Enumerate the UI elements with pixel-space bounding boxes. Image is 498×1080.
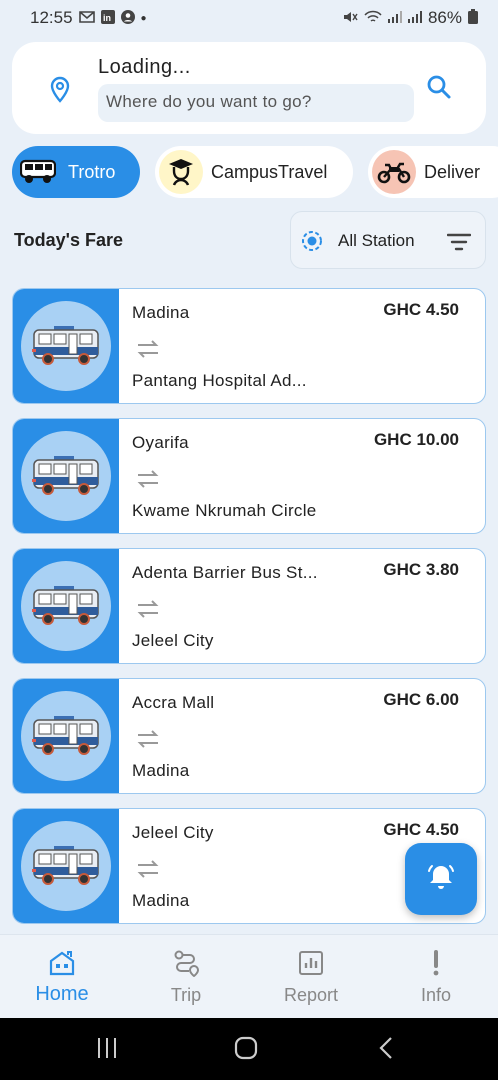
category-chip-delivery[interactable]: Deliver <box>368 146 498 198</box>
home-button-icon[interactable] <box>234 1036 258 1065</box>
fare-thumbnail <box>13 549 119 663</box>
fare-card[interactable]: Oyarifa Kwame Nkrumah Circle GHC 10.00 <box>12 418 486 534</box>
fare-list: Madina Pantang Hospital Ad... GHC 4.50 O… <box>12 288 486 934</box>
mute-icon <box>342 10 358 27</box>
notification-fab[interactable] <box>405 843 477 915</box>
location-pin-icon[interactable] <box>48 76 72 109</box>
route-origin: Accra Mall <box>132 693 215 712</box>
station-filter-label: All Station <box>338 231 415 250</box>
route-destination: Madina <box>132 891 190 910</box>
gmail-icon <box>78 10 95 26</box>
fare-price: GHC 6.00 <box>383 690 459 709</box>
status-right: 86% <box>342 8 478 28</box>
route-icon <box>172 949 200 982</box>
bus-icon <box>21 821 111 911</box>
nav-item-info[interactable]: Info <box>374 935 498 1019</box>
search-icon[interactable] <box>426 74 452 105</box>
fare-thumbnail <box>13 419 119 533</box>
category-label: Deliver <box>424 161 481 182</box>
report-icon <box>297 949 325 982</box>
system-navigation-bar <box>0 1018 498 1080</box>
route-destination: Madina <box>132 761 190 780</box>
route-destination: Jeleel City <box>132 631 214 650</box>
fare-price: GHC 4.50 <box>383 300 459 319</box>
bus-icon <box>16 150 60 194</box>
station-filter-dropdown[interactable]: All Station <box>290 211 486 269</box>
destination-search-input[interactable]: Where do you want to go? <box>98 84 414 122</box>
swap-arrows-icon <box>136 467 160 496</box>
bottom-navigation: Home Trip Report Info <box>0 934 498 1018</box>
notification-dot-icon: ● <box>140 12 147 24</box>
status-bar: 12:55 in ● 86% <box>0 0 498 36</box>
fare-price: GHC 4.50 <box>383 820 459 839</box>
category-chip-trotro[interactable]: Trotro <box>12 146 140 198</box>
nav-item-home[interactable]: Home <box>0 935 124 1019</box>
home-icon <box>48 949 76 982</box>
route-origin: Adenta Barrier Bus St... <box>132 563 318 582</box>
nav-label: Trip <box>170 985 202 1005</box>
fare-thumbnail <box>13 679 119 793</box>
status-time: 12:55 <box>30 8 73 27</box>
route-origin: Madina <box>132 303 190 322</box>
fare-card[interactable]: Adenta Barrier Bus St... Jeleel City GHC… <box>12 548 486 664</box>
bus-icon <box>21 431 111 521</box>
status-left: 12:55 in ● <box>30 8 147 28</box>
motorbike-icon <box>372 150 416 194</box>
swap-arrows-icon <box>136 597 160 626</box>
svg-text:in: in <box>103 13 111 23</box>
info-icon <box>422 949 450 982</box>
battery-percent: 86% <box>427 8 462 27</box>
current-location-text: Loading... <box>98 56 191 78</box>
gps-location-icon <box>300 229 324 258</box>
signal-icon <box>407 10 422 26</box>
account-icon <box>120 9 135 27</box>
category-chips: Trotro CampusTravel Deliver <box>12 146 498 198</box>
category-chip-campustravel[interactable]: CampusTravel <box>155 146 353 198</box>
route-origin: Jeleel City <box>132 823 214 842</box>
fare-thumbnail <box>13 289 119 403</box>
swap-arrows-icon <box>136 727 160 756</box>
category-label: CampusTravel <box>211 161 328 182</box>
swap-arrows-icon <box>136 857 160 886</box>
route-destination: Pantang Hospital Ad... <box>132 371 307 390</box>
bell-icon <box>426 862 456 897</box>
fare-price: GHC 10.00 <box>373 430 459 449</box>
route-origin: Oyarifa <box>132 433 189 452</box>
route-destination: Kwame Nkrumah Circle <box>132 501 317 520</box>
signal-icon <box>387 10 402 26</box>
battery-icon <box>468 9 478 27</box>
bus-icon <box>21 301 111 391</box>
fare-card[interactable]: Accra Mall Madina GHC 6.00 <box>12 678 486 794</box>
back-icon[interactable] <box>378 1036 394 1065</box>
swap-arrows-icon <box>136 337 160 366</box>
nav-item-trip[interactable]: Trip <box>124 935 248 1019</box>
fare-card[interactable]: Madina Pantang Hospital Ad... GHC 4.50 <box>12 288 486 404</box>
fare-thumbnail <box>13 809 119 923</box>
nav-label: Home <box>35 983 89 1005</box>
wifi-icon <box>364 10 382 27</box>
bus-icon <box>21 561 111 651</box>
filter-icon[interactable] <box>446 232 472 257</box>
category-label: Trotro <box>68 161 116 182</box>
nav-label: Report <box>283 985 339 1005</box>
nav-item-report[interactable]: Report <box>249 935 373 1019</box>
search-card: Loading... Where do you want to go? <box>12 42 486 134</box>
graduate-icon <box>159 150 203 194</box>
linkedin-icon: in <box>100 9 115 27</box>
recent-apps-icon[interactable] <box>96 1036 118 1065</box>
todays-fare-heading: Today's Fare <box>14 230 123 250</box>
bus-icon <box>21 691 111 781</box>
nav-label: Info <box>420 985 452 1005</box>
fare-price: GHC 3.80 <box>383 560 459 579</box>
